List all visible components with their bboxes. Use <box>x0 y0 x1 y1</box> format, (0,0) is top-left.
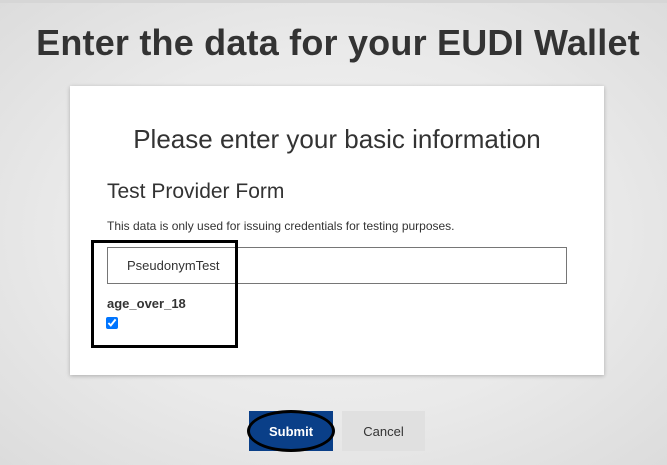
cancel-button[interactable]: Cancel <box>342 411 425 451</box>
pseudonym-input[interactable] <box>107 247 567 284</box>
page-title: Enter the data for your EUDI Wallet <box>36 22 640 63</box>
card-heading: Please enter your basic information <box>133 124 541 154</box>
form-note: This data is only used for issuing crede… <box>107 219 455 233</box>
form-title: Test Provider Form <box>107 180 285 203</box>
submit-button[interactable]: Submit <box>249 411 333 451</box>
age-over-18-checkbox[interactable] <box>106 317 118 329</box>
top-divider <box>0 0 667 3</box>
form-card: Please enter your basic information Test… <box>70 86 604 375</box>
age-over-18-label: age_over_18 <box>107 296 186 311</box>
